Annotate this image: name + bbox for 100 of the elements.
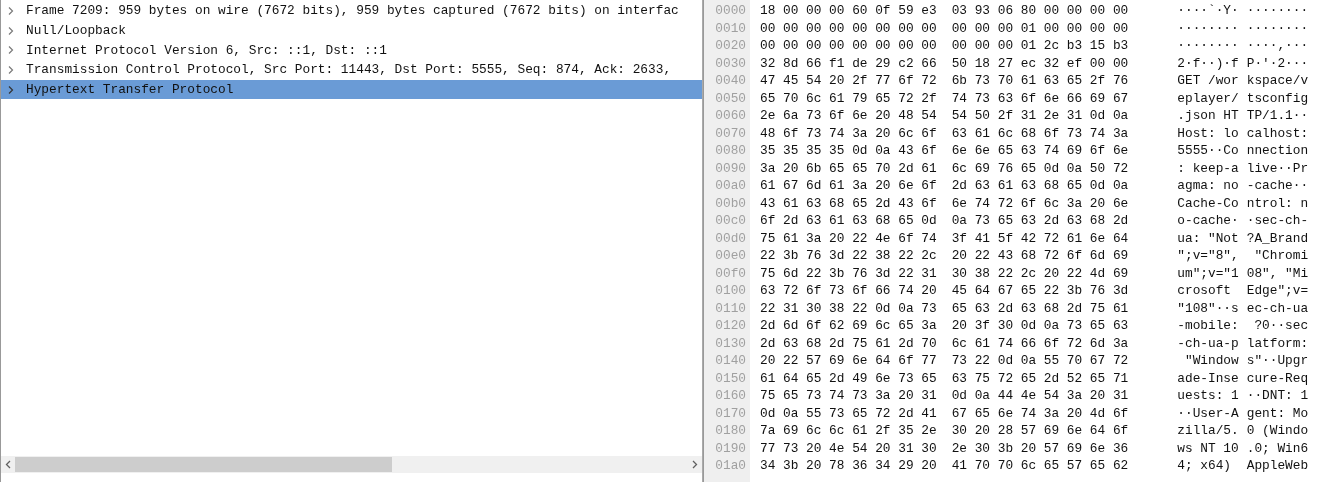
hex-bytes: 54 50 2f 31 2e 31 0d 0a <box>951 107 1129 126</box>
offset-label: 01a0 <box>714 457 747 475</box>
hex-bytes: 67 65 6e 74 3a 20 4d 6f <box>951 404 1129 423</box>
hex-bytes: 63 75 72 65 2d 52 65 71 <box>951 369 1129 388</box>
ascii-text: crosoft <box>1177 282 1233 301</box>
hex-bytes: 47 45 54 20 2f 77 6f 72 <box>760 72 937 91</box>
ascii-text: kspace/v <box>1246 72 1309 91</box>
hex-bytes: 48 6f 73 74 3a 20 6c 6f <box>760 124 937 143</box>
hex-bytes: 45 64 67 65 22 3b 76 3d <box>951 282 1129 301</box>
tree-item[interactable]: Transmission Control Protocol, Src Port: 11443, Dst Port: 5555, Seq: 874, Ack: 2633, <box>1 60 702 80</box>
hex-bytes: 61 67 6d 61 3a 20 6e 6f <box>760 177 937 196</box>
hex-bytes: 03 93 06 80 00 00 00 00 <box>951 2 1129 21</box>
tree-item[interactable]: Frame 7209: 959 bytes on wire (7672 bits), 959 bytes captured (7672 bits) on interfac <box>1 1 702 21</box>
ascii-text: ?0··sec <box>1253 317 1309 336</box>
chevron-icon[interactable] <box>7 64 15 75</box>
ascii-text: -ch-ua-p <box>1177 334 1239 353</box>
offset-label: 0190 <box>714 439 747 457</box>
hex-bytes: 6e 6e 65 63 74 69 6f 6e <box>951 142 1129 161</box>
hex-bytes: 63 72 6f 73 6f 66 74 20 <box>760 282 937 301</box>
hex-bytes: 00 00 00 00 00 00 00 00 <box>760 37 937 56</box>
ascii-text: uests: 1 <box>1177 387 1239 406</box>
hex-bytes: 0a 73 65 63 2d 63 68 2d <box>951 212 1129 231</box>
offset-label: 00f0 <box>714 264 747 282</box>
hex-bytes: 75 65 73 74 73 3a 20 31 <box>760 387 937 406</box>
offset-label: 0130 <box>714 334 747 352</box>
hex-bytes: 22 31 30 38 22 0d 0a 73 <box>760 299 937 318</box>
offset-label: 0050 <box>714 89 747 107</box>
ascii-text: -mobile: <box>1177 317 1239 336</box>
ascii-text: ade-Inse <box>1177 369 1239 388</box>
ascii-text: zilla/5. <box>1177 422 1239 441</box>
ascii-text: ········ <box>1177 37 1239 56</box>
hex-bytes: 65 70 6c 61 79 65 72 2f <box>760 89 937 108</box>
hex-bytes: 3f 41 5f 42 72 61 6e 64 <box>951 229 1129 248</box>
hex-bytes: 32 8d 66 f1 de 29 c2 66 <box>760 54 937 73</box>
hex-bytes: 18 00 00 00 60 0f 59 e3 <box>760 2 937 21</box>
offset-label: 0080 <box>714 142 747 160</box>
ascii-text: ntrol: n <box>1246 194 1309 213</box>
ascii-text: Host: lo <box>1177 124 1239 143</box>
ascii-text: gent: Mo <box>1246 404 1309 423</box>
hex-bytes: 6c 61 74 66 6f 72 6d 3a <box>951 334 1129 353</box>
ascii-text: s"··Upgr <box>1246 352 1309 371</box>
ascii-text: live··Pr <box>1246 159 1309 178</box>
hex-bytes: 20 3f 30 0d 0a 73 65 63 <box>951 317 1129 336</box>
hex-bytes: 74 73 63 6f 6e 66 69 67 <box>951 89 1129 108</box>
hex-bytes: 6e 74 72 6f 6c 3a 20 6e <box>951 194 1129 213</box>
ascii-text: ········ <box>1246 2 1309 21</box>
offset-label: 0090 <box>714 159 747 177</box>
offset-label: 0100 <box>714 282 747 300</box>
hex-bytes: 30 20 28 57 69 6e 64 6f <box>951 422 1129 441</box>
offset-label: 00c0 <box>714 212 747 230</box>
hex-bytes: 50 18 27 ec 32 ef 00 00 <box>951 54 1129 73</box>
hex-bytes: 6c 69 76 65 0d 0a 50 72 <box>951 159 1129 178</box>
scroll-right-icon[interactable] <box>692 460 698 469</box>
tree-item[interactable]: Null/Loopback <box>1 20 702 41</box>
ascii-text: .json HT <box>1177 107 1239 126</box>
offset-label: 0140 <box>714 352 747 370</box>
offset-label: 00a0 <box>714 177 747 195</box>
ascii-text: ?A_Brand <box>1246 229 1309 248</box>
scrollbar-thumb[interactable] <box>15 457 392 472</box>
hex-bytes: 30 38 22 2c 20 22 4d 69 <box>951 264 1129 283</box>
hex-bytes: 63 61 6c 68 6f 73 74 3a <box>951 124 1129 143</box>
ascii-text: ec-ch-ua <box>1246 299 1309 318</box>
ascii-text: ········ <box>1177 19 1239 38</box>
offset-label: 0120 <box>714 317 747 335</box>
tree-item[interactable]: Hypertext Transfer Protocol <box>1 79 702 100</box>
ascii-text: 2·f··)·f <box>1177 54 1239 73</box>
ascii-text: ········ <box>1246 19 1309 38</box>
hex-bytes: 2d 63 68 2d 75 61 2d 70 <box>760 334 937 353</box>
hex-bytes: 3a 20 6b 65 65 70 2d 61 <box>760 159 937 178</box>
ascii-text: ··DNT: 1 <box>1246 387 1309 406</box>
hex-bytes: 2d 6d 6f 62 69 6c 65 3a <box>760 317 937 336</box>
hex-bytes: 7a 69 6c 6c 61 2f 35 2e <box>760 422 937 441</box>
offset-label: 0030 <box>714 54 747 72</box>
ascii-text: 0 (Windo <box>1246 422 1309 441</box>
hex-bytes: 2e 30 3b 20 57 69 6e 36 <box>951 439 1129 458</box>
tree-item[interactable]: Internet Protocol Version 6, Src: ::1, Dst: ::1 <box>1 40 702 61</box>
hex-bytes: 77 73 20 4e 54 20 31 30 <box>760 439 937 458</box>
ascii-text: -cache·· <box>1246 177 1309 196</box>
ascii-text: tsconfig <box>1246 89 1309 108</box>
ascii-text: ··User-A <box>1177 404 1239 423</box>
ascii-text: TP/1.1·· <box>1246 107 1309 126</box>
scroll-left-icon[interactable] <box>5 460 11 469</box>
chevron-icon[interactable] <box>7 45 15 56</box>
hex-bytes: 0d 0a 55 73 65 72 2d 41 <box>760 404 937 423</box>
chevron-icon[interactable] <box>7 25 15 36</box>
horizontal-scrollbar[interactable] <box>1 456 702 473</box>
offset-label: 0180 <box>714 422 747 440</box>
offset-label: 0020 <box>714 37 747 55</box>
ascii-text: um";v="1 <box>1177 264 1239 283</box>
chevron-icon[interactable] <box>7 84 15 95</box>
offset-label: 0040 <box>714 72 747 90</box>
ascii-text: agma: no <box>1177 177 1239 196</box>
hex-bytes: 20 22 43 68 72 6f 6d 69 <box>951 247 1129 266</box>
offset-label: 0110 <box>714 299 747 317</box>
ascii-text: : keep-a <box>1177 159 1239 178</box>
chevron-icon[interactable] <box>7 5 15 16</box>
ascii-text: P·'·2··· <box>1246 54 1309 73</box>
ascii-text: ·sec-ch- <box>1246 212 1309 231</box>
hex-bytes: 20 22 57 69 6e 64 6f 77 <box>760 352 937 371</box>
hex-bytes: 00 00 00 01 2c b3 15 b3 <box>951 37 1129 56</box>
